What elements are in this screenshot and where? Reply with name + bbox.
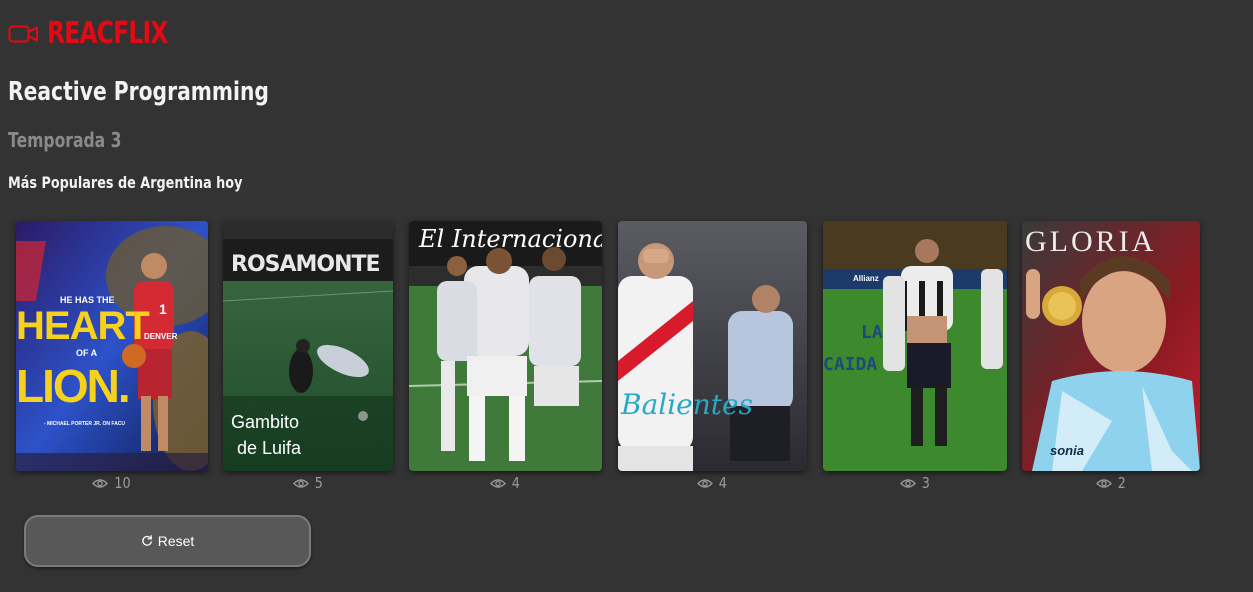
section-title: Más Populares de Argentina hoy [8,173,243,192]
view-count: 5 [223,473,393,493]
eye-icon [490,478,507,489]
eye-icon [697,478,714,489]
season-label: Temporada 3 [8,128,122,152]
eye-icon [1095,478,1112,489]
poster-text: GLORIA [1025,225,1157,258]
banner-text: ROSAMONTE [231,252,381,277]
jersey-text: DENVER [144,332,178,341]
poster-card-gloria[interactable]: GLORIA sonia [1022,221,1200,471]
poster-text: Gambito [231,412,300,432]
refresh-icon [141,535,153,547]
poster-text: LION. [16,360,131,412]
poster-text: - MICHAEL PORTER JR. ON FACU [44,421,126,427]
poster-text: Balientes [621,388,753,421]
view-count-value: 10 [114,474,131,492]
view-count: 4 [618,473,807,493]
jersey-text: sonia [1050,443,1084,458]
view-count-value: 4 [718,474,728,492]
poster-image [823,221,1007,471]
poster-card-heart-of-a-lion[interactable]: HE HAS THE HEART OF A LION. - MICHAEL PO… [16,221,208,471]
reset-label: Reset [157,533,195,549]
view-count: 3 [823,473,1007,493]
banner-text: Allianz [853,274,879,283]
view-count-value: 4 [511,474,521,492]
poster-card-el-internacional[interactable]: El Internacional [409,221,602,471]
eye-icon [899,478,916,489]
poster-image [618,221,807,471]
view-count-value: 3 [921,474,930,492]
poster-card-gambito-de-luifa[interactable]: ROSAMONTE Gambito de Luifa [223,221,393,471]
view-count: 4 [409,473,602,493]
eye-icon [292,478,309,489]
poster-card-balientes[interactable]: Balientes [618,221,807,471]
poster-text: LA [861,322,883,343]
poster-text: de Luifa [237,438,302,458]
view-count-value: 2 [1117,474,1126,492]
video-camera-icon [8,23,39,45]
eye-icon [92,478,108,489]
poster-image [409,221,602,471]
poster-text: OF A [76,348,98,358]
poster-text: HEART [16,304,150,348]
view-count-value: 5 [314,474,323,492]
view-count: 2 [1022,473,1200,493]
poster-card-la-caida[interactable]: LA CAIDA Allianz [823,221,1007,471]
view-count: 10 [16,473,208,493]
brand-logo[interactable]: REACFLIX [8,16,202,52]
brand-name: REACFLIX [47,16,168,51]
reset-button[interactable]: Reset [24,515,311,567]
poster-text: CAIDA [823,354,878,375]
poster-text: El Internacional [419,225,602,253]
page-title: Reactive Programming [8,77,269,107]
jersey-number: 1 [159,301,167,317]
